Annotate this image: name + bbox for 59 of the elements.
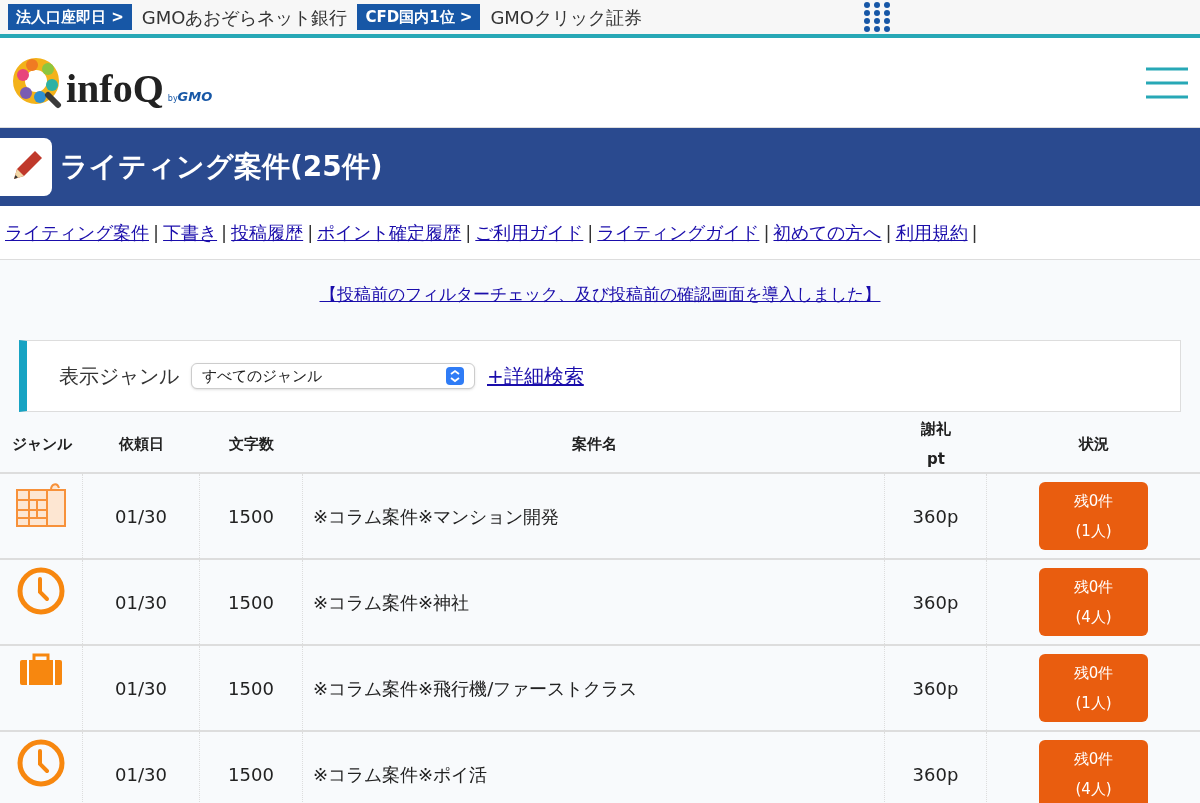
apps-grid-icon[interactable] [862,2,892,32]
reward-cell-text: 360p [912,762,959,787]
genre-select[interactable]: すべてのジャンル [191,363,475,389]
promo-badge[interactable]: 法人口座即日 > [8,3,132,31]
clock-icon [16,566,66,616]
nav-link[interactable]: 利用規約 [895,219,968,246]
nav-separator: | [153,221,160,245]
column-header: 謝礼 pt [920,419,952,470]
nav-link[interactable]: ポイント確定履歴 [317,219,462,246]
promo-text[interactable]: GMOあおぞらネット銀行 [141,3,348,31]
notice-link[interactable]: 【投稿前のフィルターチェック、及び投稿前の確認画面を導入しました】 [319,282,881,308]
nav-separator: | [885,221,892,245]
task-title-cell[interactable]: ※コラム案件※マンション開発 [313,502,560,530]
chevron-icon [446,367,464,385]
column-header: ジャンル [10,434,73,455]
char-count-cell-text: 1500 [228,504,274,529]
date-cell-text: 01/30 [115,590,167,615]
nav-separator: | [587,221,594,245]
char-count-cell-text: 1500 [228,762,274,787]
filter-label: 表示ジャンル [59,363,179,390]
logo-brand: GMO [177,88,213,106]
nav-separator: | [971,221,978,245]
promo-badge[interactable]: CFD国内1位 > [357,3,481,31]
nav-link[interactable]: ライティング案件 [5,219,149,246]
char-count-cell-text: 1500 [228,676,274,701]
nav-link[interactable]: ご利用ガイド [475,219,584,246]
nav-separator: | [307,221,314,245]
nav-link[interactable]: 下書き [163,219,218,246]
date-cell-text: 01/30 [115,762,167,787]
task-title-cell[interactable]: ※コラム案件※飛行機/ファーストクラス [313,674,638,702]
suitcase-icon [19,652,63,686]
reward-cell-text: 360p [912,504,959,529]
logo-wordmark: infoQ [66,68,164,109]
reward-cell-text: 360p [912,676,959,701]
column-header: 状況 [1077,434,1110,455]
building-icon [15,480,67,528]
date-cell-text: 01/30 [115,504,167,529]
clock-icon [16,738,66,788]
nav-separator: | [221,221,228,245]
char-count-cell-text: 1500 [228,590,274,615]
nav-separator: | [763,221,770,245]
menu-icon[interactable] [1146,65,1188,100]
logo-icon [12,56,64,109]
reward-cell-text: 360p [912,590,959,615]
nav-link[interactable]: 初めての方へ [773,219,882,246]
date-cell-text: 01/30 [115,676,167,701]
advanced-search-link[interactable]: +詳細検索 [487,361,584,391]
task-title-cell[interactable]: ※コラム案件※神社 [313,588,470,616]
column-header: 案件名 [570,434,618,455]
column-header: 文字数 [228,434,275,455]
page-title: ライティング案件(25件) [60,149,383,185]
nav-link[interactable]: ライティングガイド [597,219,760,246]
nav-separator: | [465,221,472,245]
logo-by: by [167,93,178,105]
promo-text[interactable]: GMOクリック証券 [490,3,643,31]
task-title-cell[interactable]: ※コラム案件※ポイ活 [313,760,488,788]
column-header: 依頼日 [117,434,165,455]
nav-link[interactable]: 投稿履歴 [231,219,304,246]
pencil-icon [0,138,52,196]
